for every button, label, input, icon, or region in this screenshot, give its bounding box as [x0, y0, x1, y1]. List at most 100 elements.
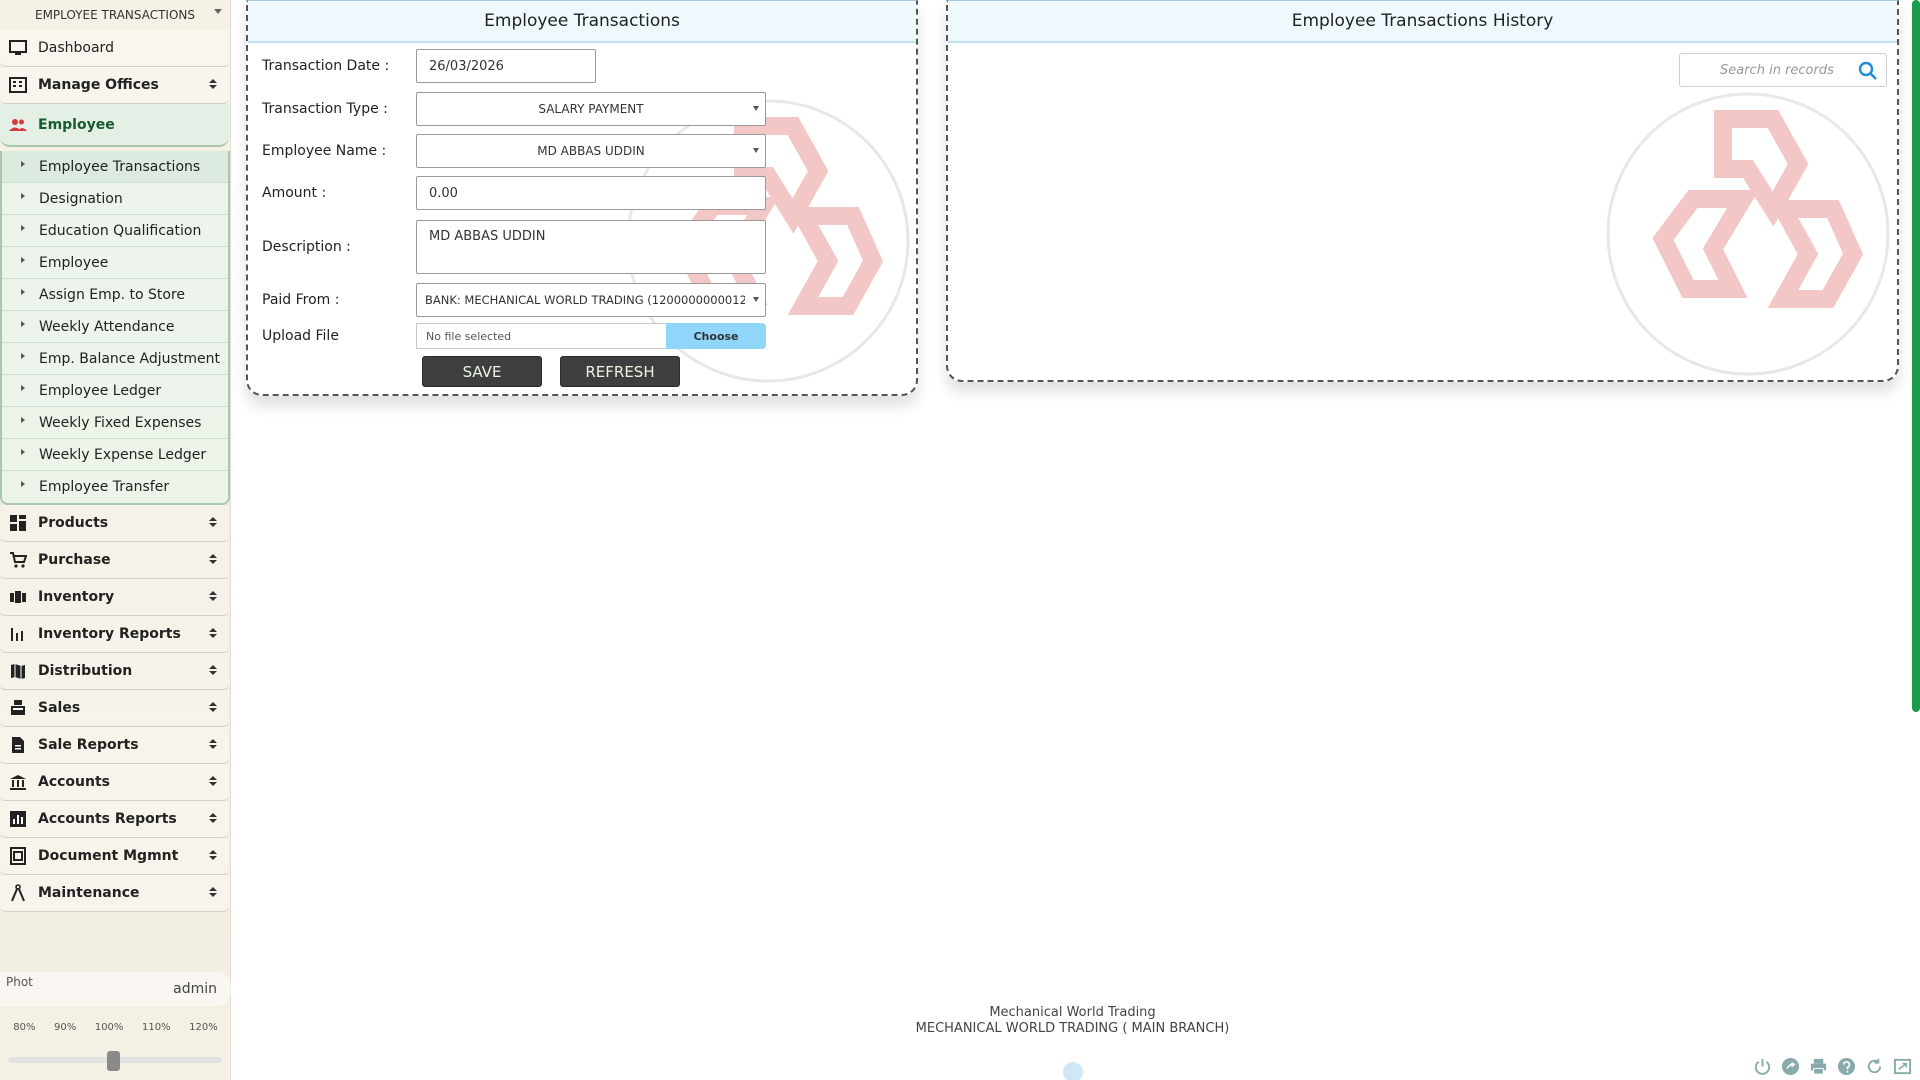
power-icon[interactable]: [1753, 1057, 1772, 1076]
toolbar-tray: [1753, 1057, 1912, 1076]
expand-toggle-icon: [209, 702, 217, 712]
submenu-assign-emp-to-store[interactable]: Assign Emp. to Store: [2, 279, 228, 311]
bank-icon: [8, 773, 28, 791]
grid-icon: [8, 514, 28, 532]
expand-toggle-icon: [209, 517, 217, 527]
boxes-icon: [8, 588, 28, 606]
building-icon: [8, 76, 28, 94]
chevron-down-icon: [753, 148, 759, 153]
employee-name-label: Employee Name :: [262, 143, 387, 159]
page-scrollbar[interactable]: [1912, 0, 1920, 712]
sidebar-item-distribution[interactable]: Distribution: [0, 653, 229, 690]
paid-from-row: Paid From : BANK: MECHANICAL WORLD TRADI…: [262, 283, 766, 317]
submenu-label: Weekly Fixed Expenses: [39, 414, 202, 431]
save-button[interactable]: SAVE: [422, 356, 542, 387]
sidebar-item-label: Sale Reports: [38, 737, 139, 753]
paid-from-select[interactable]: BANK: MECHANICAL WORLD TRADING (12000000…: [416, 283, 766, 317]
expand-toggle-icon: [209, 628, 217, 638]
sidebar-item-accounts-reports[interactable]: Accounts Reports: [0, 801, 229, 838]
document-icon: [8, 847, 28, 865]
submenu-weekly-expense-ledger[interactable]: Weekly Expense Ledger: [2, 439, 228, 471]
submenu-label: Weekly Attendance: [39, 318, 175, 335]
sidebar-item-sale-reports[interactable]: Sale Reports: [0, 727, 229, 764]
transaction-date-input[interactable]: 26/03/2026: [416, 49, 596, 83]
sidebar-item-label: Distribution: [38, 663, 133, 679]
submenu-label: Designation: [39, 190, 123, 207]
sidebar-item-inventory-reports[interactable]: Inventory Reports: [0, 616, 229, 653]
search-input[interactable]: Search in records: [1679, 53, 1887, 87]
sidebar: EMPLOYEE TRANSACTIONS Dashboard Manage O…: [0, 0, 231, 1080]
company-name: Mechanical World Trading: [989, 1005, 1156, 1020]
sidebar-item-label: Products: [38, 515, 109, 531]
sidebar-item-maintenance[interactable]: Maintenance: [0, 875, 229, 912]
choose-file-button[interactable]: Choose: [666, 323, 766, 349]
refresh-icon[interactable]: [1865, 1057, 1884, 1076]
chart-box-icon: [8, 810, 28, 828]
transaction-date-label: Transaction Date :: [262, 58, 390, 74]
file-status: No file selected: [416, 323, 666, 349]
status-indicator: [1063, 1062, 1083, 1080]
expand-toggle-icon: [209, 79, 217, 89]
username: admin: [173, 981, 217, 997]
submenu-weekly-fixed-expenses[interactable]: Weekly Fixed Expenses: [2, 407, 228, 439]
sidebar-item-employee[interactable]: Employee: [0, 104, 229, 147]
help-icon[interactable]: [1837, 1057, 1856, 1076]
submenu-employee-transfer[interactable]: Employee Transfer: [2, 471, 228, 503]
amount-row: Amount : 0.00: [262, 176, 766, 210]
submenu-label: Education Qualification: [39, 222, 202, 239]
sidebar-item-label: Inventory Reports: [38, 626, 181, 642]
sidebar-item-label: Manage Offices: [38, 77, 159, 93]
refresh-button[interactable]: REFRESH: [560, 356, 680, 387]
amount-value: 0.00: [429, 185, 458, 201]
sidebar-item-dashboard[interactable]: Dashboard: [0, 30, 229, 67]
amount-input[interactable]: 0.00: [416, 176, 766, 210]
description-textarea[interactable]: MD ABBAS UDDIN: [416, 220, 766, 274]
print-icon[interactable]: [1809, 1057, 1828, 1076]
submenu-label: Emp. Balance Adjustment: [39, 350, 220, 367]
search-placeholder: Search in records: [1720, 62, 1834, 78]
user-bar[interactable]: Phot admin: [0, 972, 231, 1006]
transaction-date-row: Transaction Date : 26/03/2026: [262, 49, 596, 83]
chevron-down-icon: [753, 106, 759, 111]
submenu-designation[interactable]: Designation: [2, 183, 228, 215]
paid-from-value: BANK: MECHANICAL WORLD TRADING (12000000…: [425, 293, 745, 307]
sidebar-item-document-mgmnt[interactable]: Document Mgmnt: [0, 838, 229, 875]
upload-file-row: Upload File No file selected Choose: [262, 323, 766, 349]
employee-transactions-panel: Employee Transactions Transaction Date :…: [246, 0, 918, 396]
sidebar-item-manage-offices[interactable]: Manage Offices: [0, 67, 229, 104]
module-selector[interactable]: EMPLOYEE TRANSACTIONS: [0, 0, 230, 30]
submenu-weekly-attendance[interactable]: Weekly Attendance: [2, 311, 228, 343]
bar-chart-icon: [8, 625, 28, 643]
submenu-label: Weekly Expense Ledger: [39, 446, 207, 463]
sidebar-item-label: Sales: [38, 700, 81, 716]
logo-watermark-icon: [1606, 92, 1890, 376]
employee-name-row: Employee Name : MD ABBAS UDDIN: [262, 134, 766, 168]
transaction-type-value: SALARY PAYMENT: [538, 102, 644, 116]
footer: Mechanical World Trading MECHANICAL WORL…: [0, 1005, 1920, 1037]
fullscreen-icon[interactable]: [1893, 1057, 1912, 1076]
submenu-label: Employee Ledger: [39, 382, 162, 399]
sidebar-item-inventory[interactable]: Inventory: [0, 579, 229, 616]
sidebar-item-sales[interactable]: Sales: [0, 690, 229, 727]
module-selector-label: EMPLOYEE TRANSACTIONS: [34, 8, 196, 22]
transaction-type-select[interactable]: SALARY PAYMENT: [416, 92, 766, 126]
zoom-slider-handle[interactable]: [107, 1051, 120, 1071]
monitor-icon: [8, 39, 28, 57]
submenu-education-qualification[interactable]: Education Qualification: [2, 215, 228, 247]
file-input[interactable]: No file selected Choose: [416, 323, 766, 349]
submenu-employee-ledger[interactable]: Employee Ledger: [2, 375, 228, 407]
sidebar-item-label: Accounts: [38, 774, 111, 790]
employee-name-select[interactable]: MD ABBAS UDDIN: [416, 134, 766, 168]
upload-file-label: Upload File: [262, 328, 339, 344]
map-icon: [8, 662, 28, 680]
panel-title: Employee Transactions History: [948, 1, 1897, 43]
panel-title: Employee Transactions: [248, 1, 916, 43]
sidebar-item-products[interactable]: Products: [0, 505, 229, 542]
submenu-emp-balance-adjustment[interactable]: Emp. Balance Adjustment: [2, 343, 228, 375]
submenu-employee[interactable]: Employee: [2, 247, 228, 279]
submenu-employee-transactions[interactable]: Employee Transactions: [2, 151, 228, 183]
sidebar-item-accounts[interactable]: Accounts: [0, 764, 229, 801]
share-icon[interactable]: [1781, 1057, 1800, 1076]
search-icon[interactable]: [1858, 61, 1878, 81]
sidebar-item-purchase[interactable]: Purchase: [0, 542, 229, 579]
